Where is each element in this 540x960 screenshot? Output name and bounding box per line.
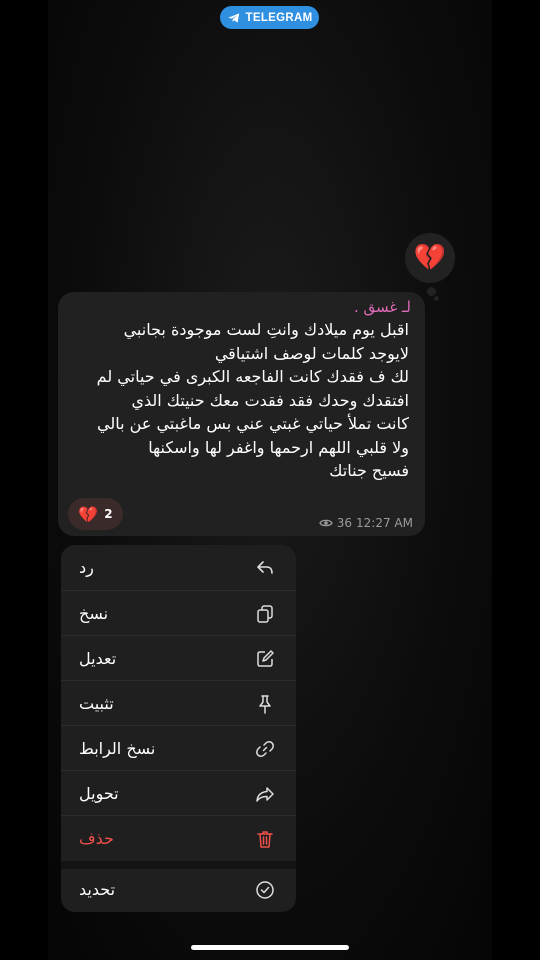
menu-item-delete[interactable]: حذف [61,816,296,861]
message-bubble[interactable]: لـ غسق . اقبل يوم ميلادك وانتِ لست موجود… [58,292,425,536]
home-indicator[interactable] [191,945,349,950]
menu-item-label: تثبيت [79,694,114,713]
forward-icon [254,783,276,805]
eye-icon [319,519,333,527]
menu-item-label: نسخ [79,604,109,623]
menu-item-label: رد [79,558,94,577]
telegram-badge-label: TELEGRAM [245,11,313,24]
telegram-badge: TELEGRAM [220,6,319,29]
menu-item-select[interactable]: تحديد [61,867,296,912]
message-line: لك ف فقدك كانت الفاجعه الكبرى في حياتي ل… [96,367,409,386]
pin-icon [254,693,276,715]
menu-item-copy[interactable]: نسخ [61,591,296,636]
menu-item-label: نسخ الرابط [79,739,156,758]
menu-item-edit[interactable]: تعديل [61,636,296,681]
message-line: كانت تملأ حياتي غبتي عني بس ماغبتي عن با… [97,414,409,433]
copy-icon [254,603,276,625]
message-time: 12:27 AM [356,516,413,530]
menu-item-label: تعديل [79,649,117,668]
menu-item-label: حذف [79,829,114,848]
reaction-chip[interactable]: 💔 2 [68,498,123,530]
menu-item-copy-link[interactable]: نسخ الرابط [61,726,296,771]
edit-icon [254,648,276,670]
message-line: ولا قلبي اللهم ارحمها واغفر لها واسكنها [148,437,409,457]
select-icon [254,879,276,901]
reply-icon [254,557,276,579]
telegram-icon [227,12,239,23]
message-line: فسيح جناتك [329,461,409,480]
menu-item-label: تحديد [79,880,116,899]
reaction-tail-dot [434,296,439,301]
menu-item-pin[interactable]: تثبيت [61,681,296,726]
link-icon [254,738,276,760]
context-menu: رد نسخ تعديل تثبيت نسخ الرابط تحويل حذف … [61,545,296,912]
view-count: 36 [336,516,353,530]
trash-icon [254,828,276,850]
menu-item-forward[interactable]: تحويل [61,771,296,816]
message-line: اقبل يوم ميلادك وانتِ لست موجودة بجانبي [123,320,409,339]
message-line: افتقدك وحدك فقد فقدت معك حنيتك الذي [131,390,409,410]
menu-item-reply[interactable]: رد [61,545,296,590]
floating-reaction[interactable]: 💔 [405,233,455,283]
message-meta: 36 12:27 AM [319,516,413,530]
message-line: لايوجد كلمات لوصف اشتياقي [214,343,409,363]
reaction-count: 2 [104,507,113,521]
reaction-tail-dot [427,287,436,296]
sender-name: لـ غسق . [353,298,411,316]
broken-heart-icon: 💔 [78,504,99,524]
message-text: اقبل يوم ميلادك وانتِ لست موجودة بجانبي … [64,318,409,483]
menu-item-label: تحويل [79,784,119,803]
broken-heart-icon: 💔 [413,243,447,273]
